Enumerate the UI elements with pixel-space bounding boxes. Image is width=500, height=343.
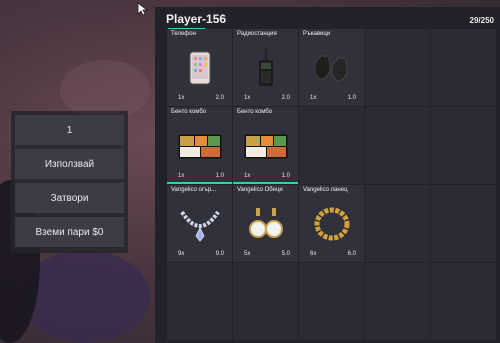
inventory-slot[interactable]: Бенто комбо 1x 1.0: [167, 107, 232, 184]
empty-slot[interactable]: [365, 263, 430, 340]
item-quantity: 1x: [178, 95, 185, 101]
earrings-icon: [248, 207, 283, 238]
item-weight: 1.0: [347, 95, 356, 101]
item-quantity: 1x: [244, 173, 251, 179]
inventory-grid: Телефон 1x 2.0 Радиостанция 1x 2.0 Ръкав…: [167, 29, 500, 343]
inventory-slot[interactable]: Бенто комбо 1x 1.0: [233, 107, 298, 184]
bento-icon: [243, 133, 288, 159]
necklace-icon: [179, 210, 220, 242]
gloves-icon: [313, 53, 347, 81]
quantity-input[interactable]: 1: [15, 115, 124, 145]
item-quantity: 1x: [244, 95, 251, 101]
item-weight: 6.0: [347, 251, 356, 257]
phone-icon: [189, 51, 210, 84]
radio-icon: [258, 48, 273, 86]
capacity-counter: 29/250: [469, 16, 494, 25]
item-weight: 9.0: [215, 251, 224, 257]
empty-slot[interactable]: [431, 263, 496, 340]
item-weight: 5.0: [281, 251, 290, 257]
item-weight: 1.0: [281, 173, 290, 179]
empty-slot[interactable]: [431, 185, 496, 262]
empty-slot[interactable]: [233, 263, 298, 340]
durability-bar: [233, 182, 298, 184]
inventory-slot[interactable]: Телефон 1x 2.0: [167, 29, 232, 106]
inventory-slot[interactable]: Vangelico огър... 9x 9.0: [167, 185, 232, 262]
item-name: Телефон: [171, 31, 196, 37]
empty-slot[interactable]: [365, 107, 430, 184]
item-quantity: 1x: [178, 173, 185, 179]
item-name: Бенто комбо: [171, 109, 207, 115]
item-name: Ръкавици: [303, 31, 331, 37]
item-quantity: 6x: [310, 251, 317, 257]
mouse-cursor-icon: [137, 2, 149, 16]
bento-icon: [177, 133, 222, 159]
take-money-button[interactable]: Вземи пари $0: [15, 217, 124, 247]
inventory-slot[interactable]: Ръкавици 1x 1.0: [299, 29, 364, 106]
inventory-slot[interactable]: Vangelico ланец 6x 6.0: [299, 185, 364, 262]
item-name: Бенто комбо: [237, 109, 273, 115]
empty-slot[interactable]: [299, 107, 364, 184]
use-button[interactable]: Използвай: [15, 149, 124, 179]
inventory-panel: Player-156 29/250 Телефон 1x 2.0 Радиост…: [155, 7, 500, 343]
empty-slot[interactable]: [365, 29, 430, 106]
action-menu: 1 Използвай Затвори Вземи пари $0: [11, 111, 128, 253]
empty-slot[interactable]: [431, 29, 496, 106]
item-weight: 2.0: [215, 95, 224, 101]
item-quantity: 9x: [178, 251, 185, 257]
durability-bar: [167, 182, 232, 184]
inventory-title: Player-156: [166, 12, 227, 26]
chain-icon: [314, 207, 349, 240]
empty-slot[interactable]: [167, 263, 232, 340]
item-weight: 1.0: [215, 173, 224, 179]
empty-slot[interactable]: [365, 185, 430, 262]
inventory-slot[interactable]: Vangelico Обеци 5x 5.0: [233, 185, 298, 262]
item-name: Vangelico ланец: [303, 187, 348, 193]
close-button[interactable]: Затвори: [15, 183, 124, 213]
empty-slot[interactable]: [431, 107, 496, 184]
item-quantity: 1x: [310, 95, 317, 101]
empty-slot[interactable]: [299, 263, 364, 340]
inventory-slot[interactable]: Радиостанция 1x 2.0: [233, 29, 298, 106]
item-name: Vangelico огър...: [171, 187, 217, 193]
item-name: Vangelico Обеци: [237, 187, 283, 193]
item-weight: 2.0: [281, 95, 290, 101]
item-quantity: 5x: [244, 251, 251, 257]
item-name: Радиостанция: [237, 31, 277, 37]
